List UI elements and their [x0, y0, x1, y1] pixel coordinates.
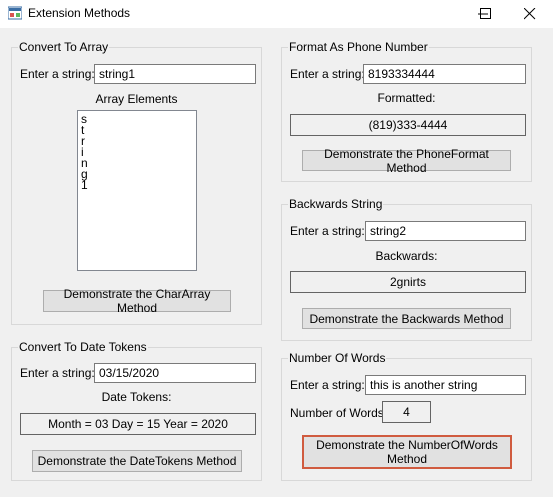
- array-element-item[interactable]: n: [81, 157, 196, 169]
- words-string-input[interactable]: [365, 375, 526, 395]
- phone-formatted-label: Formatted:: [377, 91, 436, 105]
- array-input-label: Enter a string:: [20, 67, 95, 81]
- array-element-item[interactable]: 1: [81, 179, 196, 191]
- words-group-title: Number Of Words: [288, 351, 387, 365]
- client-area: Convert To Array Enter a string: Array E…: [0, 28, 553, 497]
- app-icon: [8, 6, 22, 20]
- array-element-item[interactable]: t: [81, 124, 196, 136]
- datetokens-button[interactable]: Demonstrate the DateTokens Method: [32, 450, 242, 472]
- numberofwords-button[interactable]: Demonstrate the NumberOfWords Method: [302, 435, 512, 469]
- array-elements-listbox[interactable]: string1: [77, 110, 197, 271]
- array-element-item[interactable]: i: [81, 146, 196, 158]
- close-icon: [524, 8, 536, 20]
- phoneformat-button[interactable]: Demonstrate the PhoneFormat Method: [302, 147, 511, 175]
- words-input-label: Enter a string:: [290, 378, 365, 392]
- backwards-output: 2gnirts: [290, 271, 526, 293]
- backwards-label: Backwards:: [375, 249, 438, 263]
- backwards-group: Backwards String Enter a string: Backwar…: [281, 197, 532, 341]
- array-string-input[interactable]: [94, 64, 256, 84]
- array-group-title: Convert To Array: [18, 40, 110, 54]
- phone-input-label: Enter a string:: [290, 67, 365, 81]
- date-input-label: Enter a string:: [20, 366, 95, 380]
- date-tokens-output: Month = 03 Day = 15 Year = 2020: [20, 413, 256, 435]
- array-element-item[interactable]: s: [81, 113, 196, 125]
- words-group: Number Of Words Enter a string: Number o…: [281, 351, 532, 481]
- backwards-group-title: Backwards String: [288, 197, 384, 211]
- title-bar[interactable]: Extension Methods: [0, 0, 553, 28]
- array-element-item[interactable]: r: [81, 135, 196, 147]
- maximize-button[interactable]: [463, 0, 509, 28]
- chararray-button[interactable]: Demonstrate the CharArray Method: [43, 287, 231, 315]
- phone-group: Format As Phone Number Enter a string: F…: [281, 40, 532, 182]
- backwards-string-input[interactable]: [365, 221, 526, 241]
- date-group-title: Convert To Date Tokens: [18, 340, 148, 354]
- date-string-input[interactable]: [94, 363, 256, 383]
- date-tokens-label: Date Tokens:: [101, 390, 172, 404]
- array-elements-label: Array Elements: [95, 92, 178, 106]
- window-title: Extension Methods: [28, 6, 131, 20]
- phone-formatted-output: (819)333-4444: [290, 114, 526, 136]
- close-button[interactable]: [507, 0, 553, 28]
- date-group: Convert To Date Tokens Enter a string: D…: [11, 340, 262, 481]
- array-group: Convert To Array Enter a string: Array E…: [11, 40, 262, 325]
- phone-group-title: Format As Phone Number: [288, 40, 429, 54]
- phone-string-input[interactable]: [363, 64, 526, 84]
- backwards-button[interactable]: Demonstrate the Backwards Method: [302, 308, 511, 329]
- number-of-words-label: Number of Words:: [290, 406, 388, 420]
- backwards-input-label: Enter a string:: [290, 224, 365, 238]
- number-of-words-output: 4: [382, 401, 431, 423]
- array-element-item[interactable]: g: [81, 168, 196, 180]
- maximize-icon: [480, 8, 491, 19]
